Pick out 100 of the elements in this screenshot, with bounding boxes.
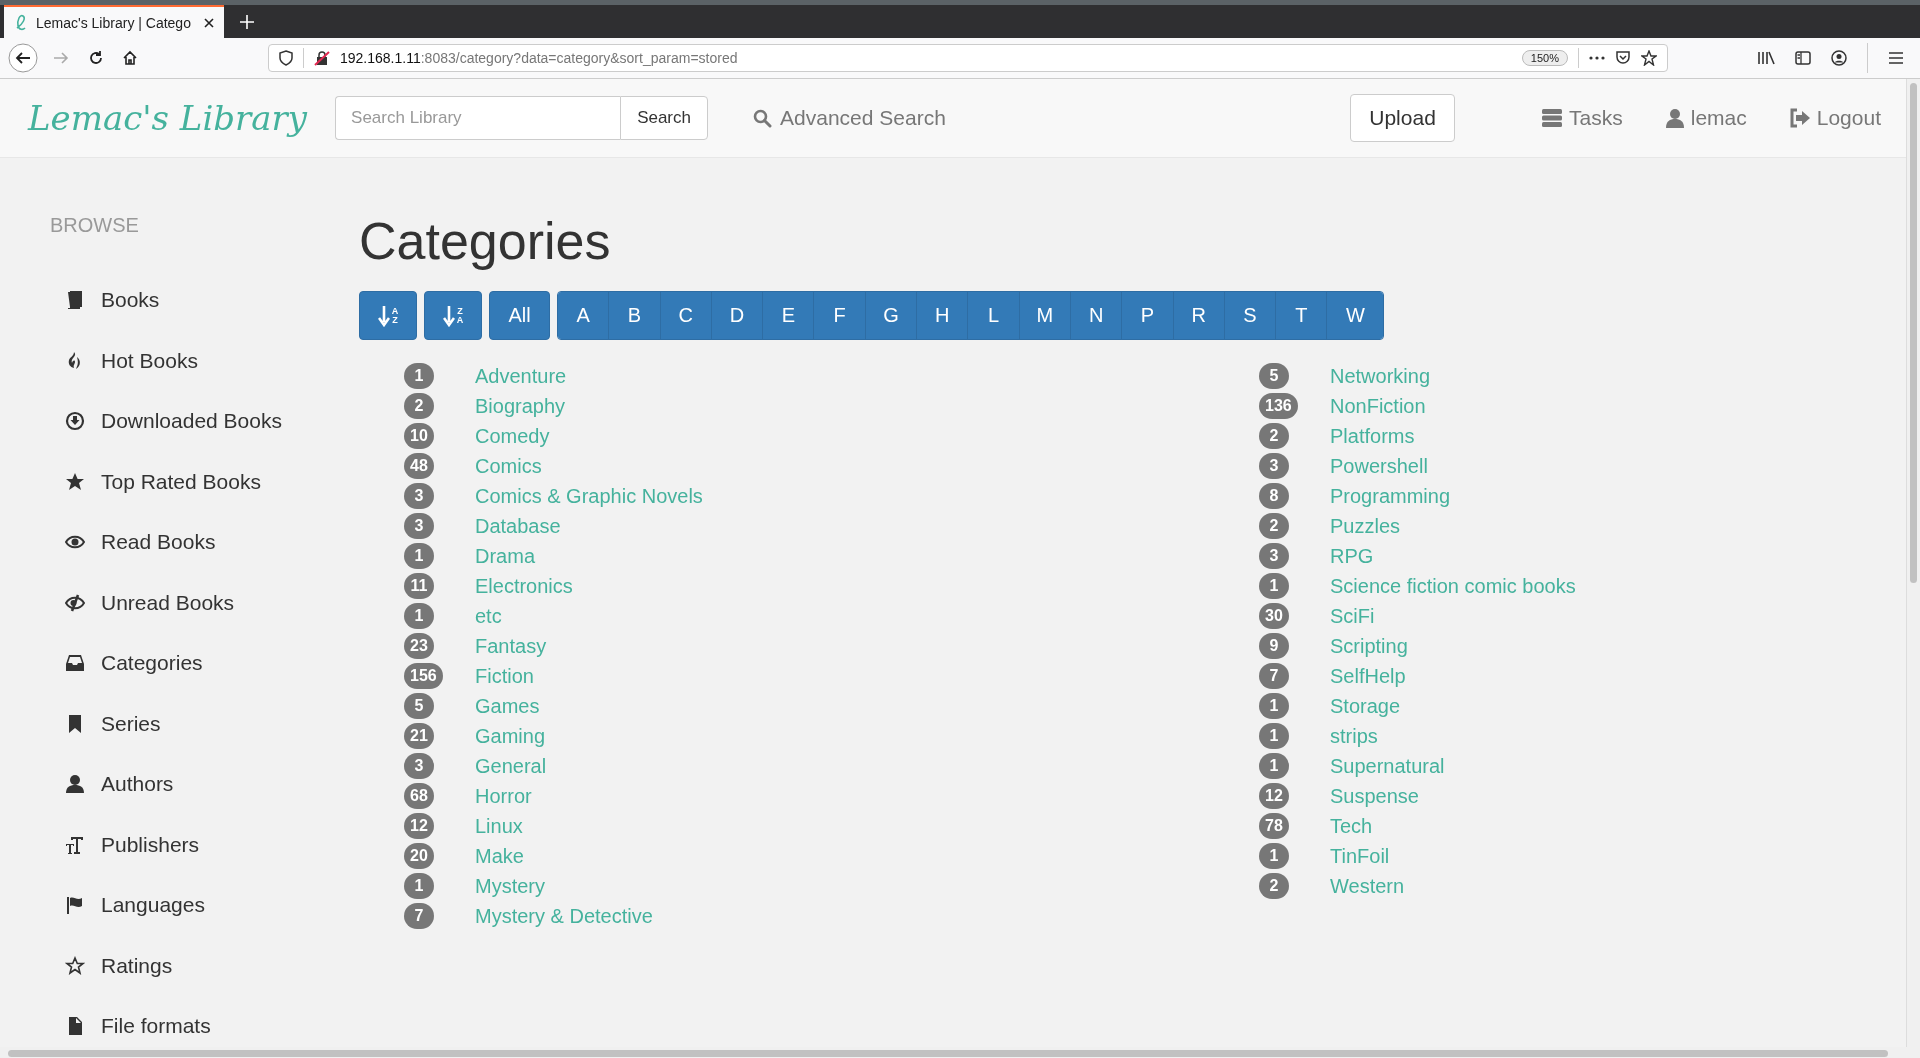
- letter-filter-button[interactable]: D: [711, 292, 764, 339]
- letter-filter-button[interactable]: B: [609, 292, 661, 339]
- reload-icon[interactable]: [88, 50, 104, 66]
- sidebar-item[interactable]: Authors: [50, 767, 359, 801]
- sidebar-item[interactable]: File formats: [50, 1009, 359, 1043]
- category-link[interactable]: Adventure: [475, 364, 567, 388]
- sidebar-item[interactable]: Top Rated Books: [50, 464, 359, 499]
- category-link[interactable]: Powershell: [1330, 454, 1428, 478]
- sidebar-item[interactable]: Languages: [50, 888, 359, 922]
- letter-filter-button[interactable]: F: [814, 292, 866, 339]
- more-icon[interactable]: [1589, 56, 1605, 60]
- category-link[interactable]: Games: [475, 694, 540, 718]
- category-link[interactable]: Western: [1330, 874, 1405, 898]
- letter-filter-button[interactable]: L: [968, 292, 1020, 339]
- category-link[interactable]: RPG: [1330, 544, 1374, 568]
- category-link[interactable]: Suspense: [1330, 784, 1419, 808]
- sidebar-item[interactable]: Ratings: [50, 948, 359, 983]
- category-link[interactable]: Supernatural: [1330, 754, 1445, 778]
- sidebar-item[interactable]: Downloaded Books: [50, 404, 359, 438]
- account-icon[interactable]: [1831, 50, 1847, 66]
- zoom-badge[interactable]: 150%: [1521, 50, 1568, 66]
- category-link[interactable]: Platforms: [1330, 424, 1415, 448]
- bookmark-star-icon[interactable]: [1641, 50, 1657, 66]
- new-tab-icon[interactable]: [240, 14, 254, 29]
- category-link[interactable]: Science fiction comic books: [1330, 574, 1576, 598]
- menu-icon[interactable]: [1888, 51, 1904, 65]
- sidebar-item[interactable]: Unread Books: [50, 585, 359, 620]
- sort-button[interactable]: Z A: [424, 291, 482, 340]
- back-icon[interactable]: [8, 43, 38, 73]
- letter-filter-button[interactable]: E: [763, 292, 815, 339]
- category-link[interactable]: etc: [475, 604, 502, 628]
- count-badge: 5: [404, 693, 434, 719]
- category-link[interactable]: NonFiction: [1330, 394, 1426, 418]
- page-title: Categories: [359, 211, 612, 272]
- category-link[interactable]: Horror: [475, 784, 532, 808]
- vertical-scrollbar[interactable]: [1906, 79, 1920, 1047]
- letter-filter-button[interactable]: N: [1070, 292, 1123, 339]
- sidebar-item[interactable]: Categories: [50, 646, 359, 680]
- category-link[interactable]: Comics: [475, 454, 542, 478]
- letter-filter-button[interactable]: A: [558, 292, 610, 339]
- letter-filter-button[interactable]: P: [1122, 292, 1174, 339]
- nav-link[interactable]: lemac: [1664, 106, 1747, 130]
- category-link[interactable]: Programming: [1330, 484, 1451, 508]
- sidebar-item[interactable]: Publishers: [50, 827, 359, 862]
- browser-tab[interactable]: Lemac's Library | Catego: [4, 5, 224, 38]
- category-link[interactable]: Comedy: [475, 424, 550, 448]
- category-link[interactable]: strips: [1330, 724, 1378, 748]
- letter-filter-button[interactable]: C: [660, 292, 712, 339]
- search-button[interactable]: Search: [620, 96, 709, 140]
- sidebar-item[interactable]: Series: [50, 706, 359, 741]
- count-badge: 68: [404, 783, 434, 809]
- category-link[interactable]: Mystery & Detective: [475, 904, 653, 928]
- sidebar-item[interactable]: Read Books: [50, 525, 359, 559]
- category-link[interactable]: Scripting: [1330, 634, 1408, 658]
- category-link[interactable]: Linux: [475, 814, 523, 838]
- nav-link[interactable]: Tasks: [1541, 106, 1623, 130]
- close-icon[interactable]: [204, 17, 214, 28]
- address-bar[interactable]: 192.168.1.11:8083/category?data=category&sort_param=stored 150%: [268, 44, 1668, 72]
- down-arrow-icon: [377, 304, 390, 327]
- category-link[interactable]: Networking: [1330, 364, 1431, 388]
- category-link[interactable]: Drama: [475, 544, 535, 568]
- site-logo[interactable]: Lemac's Library: [28, 96, 308, 140]
- upload-button[interactable]: Upload: [1350, 94, 1456, 142]
- category-link[interactable]: Biography: [475, 394, 566, 418]
- home-icon[interactable]: [122, 50, 138, 66]
- category-link[interactable]: Tech: [1330, 814, 1373, 838]
- nav-link[interactable]: Logout: [1788, 106, 1881, 130]
- category-link[interactable]: Fiction: [475, 664, 534, 688]
- count-badge: 1: [1259, 843, 1289, 869]
- category-link[interactable]: Comics & Graphic Novels: [475, 484, 703, 508]
- category-link[interactable]: Fantasy: [475, 634, 547, 658]
- letter-filter-button[interactable]: R: [1173, 292, 1225, 339]
- category-link[interactable]: Mystery: [475, 874, 545, 898]
- category-link[interactable]: Database: [475, 514, 561, 538]
- sidebar-item[interactable]: Books: [50, 283, 359, 317]
- sort-button[interactable]: A Z: [359, 291, 417, 340]
- sidebar-item[interactable]: Hot Books: [50, 343, 359, 378]
- category-link[interactable]: General: [475, 754, 547, 778]
- library-icon[interactable]: [1757, 50, 1775, 66]
- letter-filter-button[interactable]: W: [1327, 292, 1384, 339]
- category-link[interactable]: Make: [475, 844, 524, 868]
- advanced-search-link[interactable]: Advanced Search: [753, 106, 946, 130]
- category-link[interactable]: Storage: [1330, 694, 1401, 718]
- count-badge: 1: [1259, 753, 1289, 779]
- pocket-icon[interactable]: [1615, 50, 1631, 66]
- letter-filter-button[interactable]: T: [1276, 292, 1328, 339]
- letter-filter-button[interactable]: M: [1019, 292, 1071, 339]
- category-link[interactable]: TinFoil: [1330, 844, 1390, 868]
- letter-filter-button[interactable]: G: [865, 292, 918, 339]
- count-badge: 78: [1259, 813, 1289, 839]
- category-link[interactable]: SciFi: [1330, 604, 1375, 628]
- sidebar-icon[interactable]: [1795, 50, 1811, 66]
- search-field[interactable]: Search Library: [335, 96, 621, 140]
- category-link[interactable]: Electronics: [475, 574, 573, 598]
- letter-filter-button[interactable]: S: [1224, 292, 1277, 339]
- letter-filter-button[interactable]: H: [917, 292, 969, 339]
- category-link[interactable]: SelfHelp: [1330, 664, 1406, 688]
- category-link[interactable]: Puzzles: [1330, 514, 1401, 538]
- category-link[interactable]: Gaming: [475, 724, 546, 748]
- all-filter-button[interactable]: All: [489, 291, 550, 340]
